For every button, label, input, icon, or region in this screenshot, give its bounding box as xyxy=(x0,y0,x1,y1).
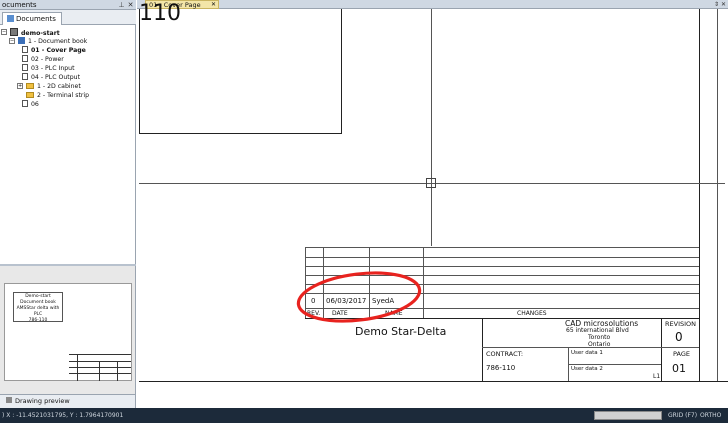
preview-line-mark xyxy=(69,361,131,362)
close-icon[interactable]: ✕ xyxy=(126,0,135,10)
preview-sheet: Demo-start Document book AMSStar delta w… xyxy=(4,283,132,381)
tab-drawing-preview-label: Drawing preview xyxy=(15,397,70,405)
status-bar: ) X : -11.4521031795, Y : 1.7964170901 G… xyxy=(0,408,728,423)
preview-title-block xyxy=(69,354,131,381)
tree-item-label: 1 - 2D cabinet xyxy=(37,83,81,90)
frame-line xyxy=(341,9,342,134)
tree-project[interactable]: − demo-start xyxy=(1,28,60,37)
panel-tabs: Documents xyxy=(0,10,136,25)
preview-line: AMSStar delta with PLC xyxy=(16,306,60,317)
document-icon xyxy=(22,55,28,62)
tree-book-label: 1 - Document book xyxy=(28,38,88,45)
document-icon xyxy=(22,100,28,107)
tree-project-label: demo-start xyxy=(21,30,60,37)
company-city: Toronto xyxy=(588,334,611,341)
sheet-code: L1 xyxy=(653,373,661,380)
user-data-2: User data 2 xyxy=(571,366,603,372)
contract-value: 786-110 xyxy=(486,364,516,372)
documents-icon xyxy=(7,15,14,22)
expand-icon[interactable]: + xyxy=(17,83,23,89)
project-title: Demo Star-Delta xyxy=(355,325,447,338)
revision-value: 0 xyxy=(675,330,683,344)
document-tree: − demo-start − 1 - Document book 01 - Co… xyxy=(0,27,134,263)
page-label: PAGE xyxy=(673,350,690,358)
page-value: 01 xyxy=(672,362,686,375)
drawing-preview: Demo-start Document book AMSStar delta w… xyxy=(0,266,135,394)
rev-header-changes: CHANGES xyxy=(517,310,547,317)
preview-line-mark xyxy=(99,361,100,381)
preview-line-mark xyxy=(69,373,131,374)
tree-item-power[interactable]: 02 - Power xyxy=(22,55,64,64)
preview-line-mark xyxy=(69,367,131,368)
book-icon xyxy=(18,37,25,44)
tree-item-cover-page[interactable]: 01 - Cover Page xyxy=(22,46,86,55)
ortho-toggle[interactable]: ORTHO (F8) xyxy=(700,408,728,423)
revision-label: REVISION xyxy=(665,320,697,328)
red-annotation-ellipse xyxy=(296,271,422,323)
folder-icon xyxy=(26,92,34,98)
rev-grid-line xyxy=(305,257,699,258)
crosshair-cursor xyxy=(426,178,436,188)
tree-item-plc-output[interactable]: 04 - PLC Output xyxy=(22,73,80,82)
tree-item-label: 03 - PLC Input xyxy=(31,65,75,72)
user-data-1: User data 1 xyxy=(571,350,603,356)
center-line-vertical xyxy=(431,9,432,246)
tab-documents-label: Documents xyxy=(16,15,56,23)
folder-icon xyxy=(26,83,34,89)
documents-panel: ocuments ⊥ ✕ Documents − demo-start − 1 … xyxy=(0,0,136,408)
title-block-line xyxy=(568,364,661,365)
pin-icon[interactable]: ⊥ xyxy=(117,0,126,10)
frame-line xyxy=(699,9,700,381)
document-icon xyxy=(22,73,28,80)
title-block-line xyxy=(661,318,662,381)
project-icon xyxy=(10,28,18,36)
tree-item-06[interactable]: 06 xyxy=(22,100,39,109)
company-province: Ontario xyxy=(588,341,611,348)
tree-book[interactable]: − 1 - Document book xyxy=(9,37,87,46)
collapse-icon[interactable]: − xyxy=(9,38,15,44)
close-icon[interactable]: ✕ xyxy=(211,1,216,9)
preview-line-mark xyxy=(77,355,78,381)
tree-item-2d-cabinet[interactable]: + 1 - 2D cabinet xyxy=(17,82,81,91)
tab-documents[interactable]: Documents xyxy=(2,12,62,25)
title-block-line xyxy=(482,318,483,381)
document-icon xyxy=(22,64,28,71)
frame-line xyxy=(717,9,718,381)
grid-toggle[interactable]: GRID (F7) xyxy=(668,408,697,423)
company-street: 65 international Blvd xyxy=(566,327,629,334)
tab-tools[interactable]: ⇕ ✕ xyxy=(714,0,726,9)
tree-item-label: 01 - Cover Page xyxy=(31,47,86,54)
drawing-canvas[interactable]: 110 0 06/03/2017 SyedA REV. DATE NAME CH… xyxy=(137,3,728,408)
preview-icon xyxy=(6,397,12,403)
preview-line-mark xyxy=(117,361,118,381)
cursor-coordinates: ) X : -11.4521031795, Y : 1.7964170901 xyxy=(2,412,124,419)
annotation-ellipse-path xyxy=(296,271,422,323)
rev-grid-line xyxy=(305,247,699,248)
title-block-line xyxy=(661,347,699,348)
panel-title: ocuments xyxy=(2,1,37,9)
contract-label: CONTRACT: xyxy=(486,350,524,358)
preview-line: 786-110 xyxy=(28,318,48,323)
drawing-big-number: 110 xyxy=(139,1,181,26)
tree-item-plc-input[interactable]: 03 - PLC Input xyxy=(22,64,75,73)
tree-item-label: 2 - Terminal strip xyxy=(37,92,90,99)
document-icon xyxy=(22,46,28,53)
preview-title-box: Demo-start Document book AMSStar delta w… xyxy=(13,292,63,323)
collapse-icon[interactable]: − xyxy=(1,29,7,35)
document-tabstrip: 01 - Cover Page ✕ ⇕ ✕ xyxy=(137,0,728,9)
frame-line xyxy=(139,381,728,382)
frame-line xyxy=(139,9,140,133)
tree-item-label: 06 xyxy=(31,101,39,108)
status-progress-field xyxy=(594,411,662,420)
panel-header: ocuments ⊥ ✕ xyxy=(0,0,136,10)
tree-item-terminal-strip[interactable]: 2 - Terminal strip xyxy=(26,91,89,100)
tree-item-label: 04 - PLC Output xyxy=(31,74,80,81)
frame-line xyxy=(139,133,341,134)
tab-drawing-preview[interactable]: Drawing preview xyxy=(0,394,135,408)
tree-item-label: 02 - Power xyxy=(31,56,64,63)
